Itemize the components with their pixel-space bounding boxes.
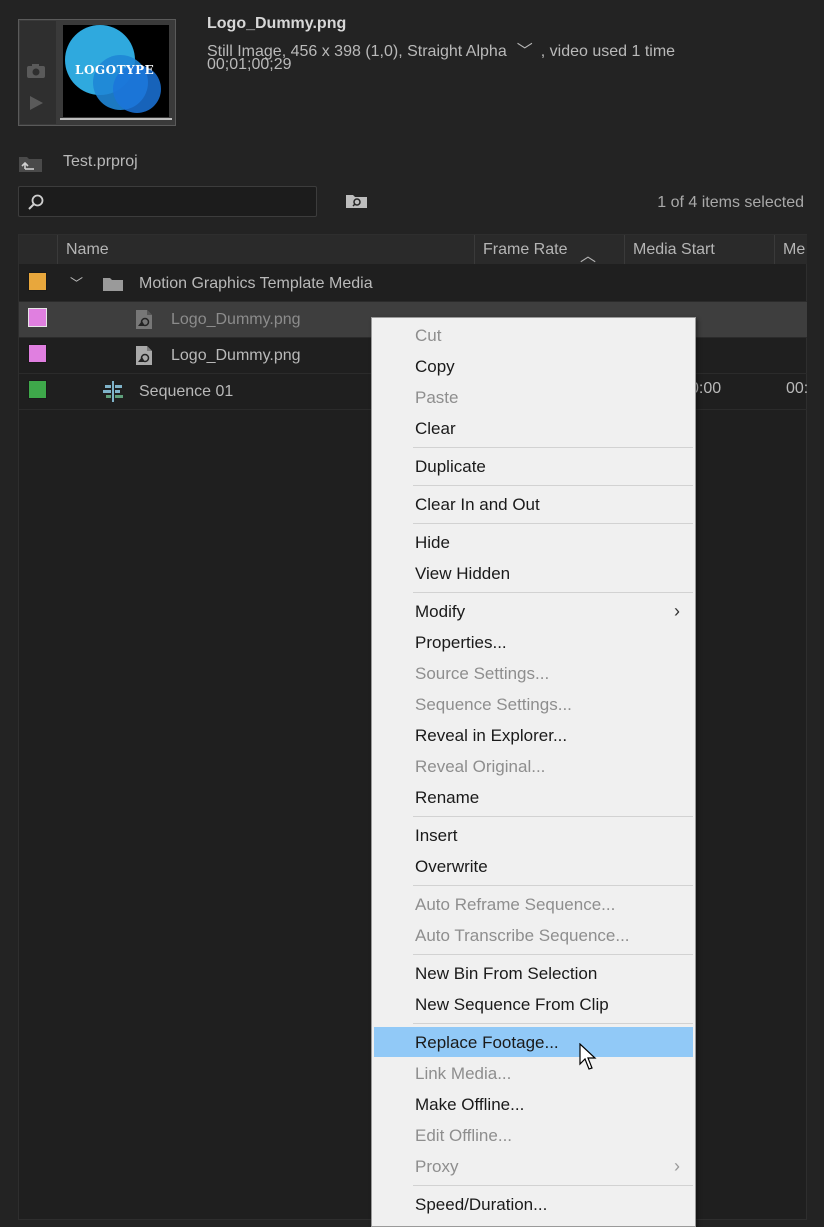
menu-separator bbox=[413, 885, 693, 886]
menu-item-cut[interactable]: Cut bbox=[415, 326, 441, 346]
find-in-bin-icon[interactable] bbox=[345, 193, 368, 209]
menu-item-modify[interactable]: Modify bbox=[415, 602, 465, 622]
menu-separator bbox=[413, 1023, 693, 1024]
menu-item-speed-duration[interactable]: Speed/Duration... bbox=[415, 1195, 547, 1215]
clip-usage-text: , video used 1 time bbox=[540, 43, 676, 60]
row-name: Logo_Dummy.png bbox=[171, 347, 301, 364]
submenu-arrow-icon: › bbox=[674, 1156, 680, 1176]
expand-chevron-icon[interactable]: ﹀ bbox=[70, 273, 83, 292]
menu-item-make-offline[interactable]: Make Offline... bbox=[415, 1095, 524, 1115]
search-icon bbox=[28, 194, 44, 210]
column-divider[interactable] bbox=[624, 235, 625, 264]
row-media-end: 00: bbox=[786, 380, 809, 397]
column-divider[interactable] bbox=[57, 235, 58, 264]
menu-separator bbox=[413, 447, 693, 448]
play-icon[interactable] bbox=[28, 95, 44, 111]
menu-item-view-hidden[interactable]: View Hidden bbox=[415, 564, 510, 584]
menu-separator bbox=[413, 485, 693, 486]
column-header-media-end[interactable]: Me bbox=[783, 241, 805, 259]
menu-item-copy[interactable]: Copy bbox=[415, 357, 455, 377]
submenu-arrow-icon: › bbox=[674, 601, 680, 621]
menu-item-auto-reframe[interactable]: Auto Reframe Sequence... bbox=[415, 895, 615, 915]
column-header-media-start[interactable]: Media Start bbox=[633, 241, 715, 259]
still-image-file-icon bbox=[136, 310, 152, 329]
mouse-cursor-icon bbox=[579, 1043, 597, 1070]
column-divider[interactable] bbox=[774, 235, 775, 264]
project-name: Test.prproj bbox=[63, 153, 138, 170]
thumbnail-scrub-bar[interactable] bbox=[60, 118, 172, 120]
menu-item-insert[interactable]: Insert bbox=[415, 826, 458, 846]
menu-item-properties[interactable]: Properties... bbox=[415, 633, 507, 653]
row-name: Sequence 01 bbox=[139, 383, 234, 400]
bin-folder-icon bbox=[103, 278, 123, 291]
clip-name: Logo_Dummy.png bbox=[207, 15, 347, 32]
clip-thumbnail: LOGOTYPE bbox=[63, 25, 169, 117]
menu-item-source-settings[interactable]: Source Settings... bbox=[415, 664, 549, 684]
label-color-swatch[interactable] bbox=[28, 344, 47, 363]
menu-item-clear-in-out[interactable]: Clear In and Out bbox=[415, 495, 540, 515]
row-name: Logo_Dummy.png bbox=[171, 311, 301, 328]
menu-item-hide[interactable]: Hide bbox=[415, 533, 450, 553]
menu-item-rename[interactable]: Rename bbox=[415, 788, 479, 808]
menu-separator bbox=[413, 592, 693, 593]
table-row-bin[interactable] bbox=[19, 266, 807, 302]
clip-duration: 00;01;00;29 bbox=[207, 56, 292, 73]
menu-separator bbox=[413, 954, 693, 955]
thumbnail-logo-text: LOGOTYPE bbox=[75, 63, 155, 77]
menu-item-edit-offline[interactable]: Edit Offline... bbox=[415, 1126, 512, 1146]
menu-item-new-bin-from-selection[interactable]: New Bin From Selection bbox=[415, 964, 597, 984]
menu-item-reveal-in-explorer[interactable]: Reveal in Explorer... bbox=[415, 726, 567, 746]
column-divider[interactable] bbox=[474, 235, 475, 264]
sort-ascending-icon[interactable]: ︿ bbox=[580, 242, 596, 266]
sequence-icon bbox=[103, 381, 123, 402]
still-image-file-icon bbox=[136, 346, 152, 365]
menu-item-reveal-original[interactable]: Reveal Original... bbox=[415, 757, 545, 777]
column-header-frame-rate[interactable]: Frame Rate bbox=[483, 241, 567, 259]
selection-count: 1 of 4 items selected bbox=[657, 194, 804, 211]
menu-item-sequence-settings[interactable]: Sequence Settings... bbox=[415, 695, 572, 715]
menu-item-auto-transcribe[interactable]: Auto Transcribe Sequence... bbox=[415, 926, 630, 946]
menu-item-new-sequence-from-clip[interactable]: New Sequence From Clip bbox=[415, 995, 609, 1015]
menu-separator bbox=[413, 523, 693, 524]
menu-item-paste[interactable]: Paste bbox=[415, 388, 458, 408]
project-folder-up-icon[interactable] bbox=[18, 153, 43, 173]
menu-item-replace-footage[interactable]: Replace Footage... bbox=[415, 1033, 559, 1053]
column-header-name[interactable]: Name bbox=[66, 241, 109, 259]
menu-item-overwrite[interactable]: Overwrite bbox=[415, 857, 488, 877]
label-color-swatch[interactable] bbox=[28, 308, 47, 327]
menu-item-link-media[interactable]: Link Media... bbox=[415, 1064, 511, 1084]
menu-item-duplicate[interactable]: Duplicate bbox=[415, 457, 486, 477]
alpha-dropdown-chevron-icon[interactable]: ﹀ bbox=[517, 37, 533, 61]
label-color-swatch[interactable] bbox=[28, 272, 47, 291]
camera-icon[interactable] bbox=[26, 63, 46, 79]
row-name: Motion Graphics Template Media bbox=[139, 275, 373, 292]
label-color-swatch[interactable] bbox=[28, 380, 47, 399]
menu-item-proxy[interactable]: Proxy bbox=[415, 1157, 458, 1177]
menu-item-clear[interactable]: Clear bbox=[415, 419, 456, 439]
search-input[interactable] bbox=[18, 186, 317, 217]
menu-separator bbox=[413, 1185, 693, 1186]
menu-separator bbox=[413, 816, 693, 817]
